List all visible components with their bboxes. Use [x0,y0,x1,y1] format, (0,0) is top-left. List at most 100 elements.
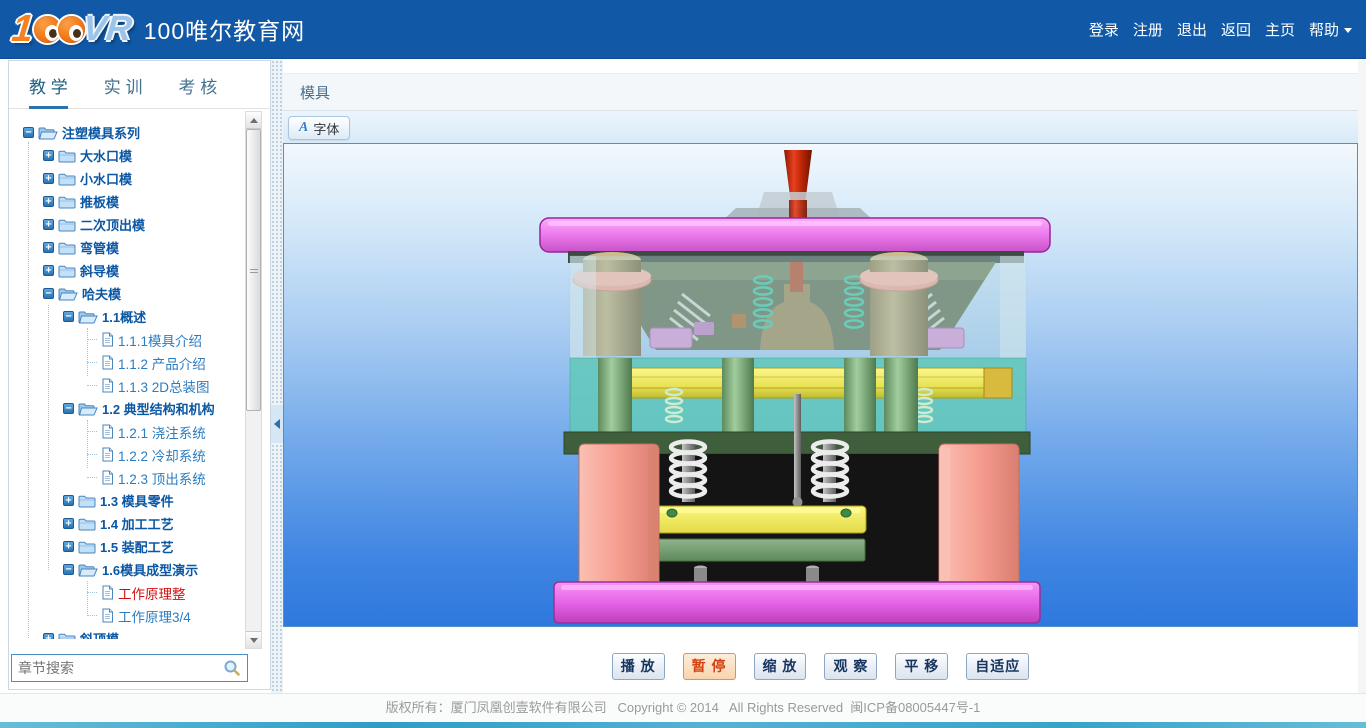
nav-register[interactable]: 注册 [1133,19,1163,40]
tree-connector [87,385,97,386]
expand-icon[interactable]: + [43,242,54,253]
expand-icon[interactable]: + [63,518,74,529]
tree-row[interactable]: 1.2.2 冷却系统 [9,443,246,466]
logo-vr: VR [81,9,134,49]
tree-label: 1.2.2 冷却系统 [118,445,206,465]
expand-icon[interactable]: + [43,265,54,276]
tab-assessment[interactable]: 考 核 [178,73,217,106]
expand-icon[interactable]: + [63,541,74,552]
tree-label: 1.1.2 产品介绍 [118,353,206,373]
document-icon [101,447,114,462]
tab-mold[interactable]: 模具 [297,82,333,114]
tree-row[interactable]: +1.5 装配工艺 [9,535,246,558]
expand-icon[interactable]: + [43,633,54,639]
play-button[interactable]: 播 放 [612,653,665,680]
header-nav: 登录注册退出返回主页帮助 [1089,19,1352,40]
document-icon [101,608,114,623]
search-input[interactable] [12,660,223,676]
tree-row[interactable]: + 小水口模 [9,167,246,190]
tab-training[interactable]: 实 训 [104,73,143,106]
expand-icon[interactable]: + [63,495,74,506]
nav-logout[interactable]: 退出 [1177,19,1207,40]
tree-row[interactable]: +弯管模 [9,236,246,259]
nav-login[interactable]: 登录 [1089,19,1119,40]
page: 1 VR 100唯尔教育网 登录注册退出返回主页帮助 教 学实 训考 核 −注塑… [0,0,1366,728]
tree-row[interactable]: − 注塑模具系列 [9,121,246,144]
tree-row[interactable]: +1.3 模具零件 [9,489,246,512]
tree-row[interactable]: +二次顶出模 [9,213,246,236]
tree-row[interactable]: −哈夫模 [9,282,246,305]
scroll-up-button[interactable] [246,112,261,129]
expand-icon[interactable]: + [43,219,54,230]
observe-button[interactable]: 观 察 [824,653,877,680]
document-icon [101,470,114,485]
tree-row[interactable]: +大水口模 [9,144,246,167]
tree-label: 1.4 加工工艺 [100,514,174,533]
copyright-text: 版权所有：厦门凤凰创壹软件有限公司 Copyright © 2014 All R… [0,694,1366,721]
tree-row[interactable]: +推板模 [9,190,246,213]
collapse-icon[interactable]: − [63,564,74,575]
panel-splitter[interactable] [271,60,283,693]
nav-help[interactable]: 帮助 [1309,19,1352,40]
viewer-3d[interactable] [283,143,1358,627]
expand-icon[interactable]: + [43,150,54,161]
pause-button[interactable]: 暂 停 [683,653,736,680]
tree-label: 1.5 装配工艺 [100,537,174,556]
tree-row[interactable]: 1.2.3 顶出系统 [9,466,246,489]
tree-connector [87,477,97,478]
tree-row[interactable]: 工作原理整 [9,581,246,604]
tree-scrollbar[interactable] [245,111,262,649]
collapse-icon[interactable]: − [23,127,34,138]
folder-icon [58,195,76,209]
tree-row[interactable]: −1.6模具成型演示 [9,558,246,581]
chevron-left-icon [274,419,280,429]
document-icon [101,424,114,439]
pan-button[interactable]: 平 移 [895,653,948,680]
tree-connector [87,615,97,616]
document-icon [101,332,114,347]
tree-label: 注塑模具系列 [62,123,140,142]
tree: −注塑模具系列+大水口模+小水口模+推板模+二次顶出模+弯管模+斜导模−哈夫模−… [9,111,246,639]
font-button[interactable]: A 字体 [288,116,350,140]
logo: 1 VR [12,3,132,55]
viewer-toolbar: A 字体 [283,111,1358,143]
tab-teaching[interactable]: 教 学 [29,73,68,109]
collapse-icon[interactable]: − [63,311,74,322]
nav-home[interactable]: 主页 [1265,19,1295,40]
tree-row[interactable]: 工作原理3/4 [9,604,246,627]
tree-row[interactable]: −1.2 典型结构和机构 [9,397,246,420]
tree-row[interactable]: 1.1.2 产品介绍 [9,351,246,374]
scroll-down-button[interactable] [246,631,261,648]
tree-label: 工作原理整 [118,583,186,603]
folder-open-icon [78,402,98,416]
tree-row[interactable]: −1.1概述 [9,305,246,328]
collapse-sidebar-button[interactable] [271,405,283,443]
folder-open-icon [58,287,78,301]
tree-row[interactable]: 1.1.3 2D总装图 [9,374,246,397]
main-content: 模具 A 字体 [283,60,1358,693]
search-icon[interactable] [223,659,241,677]
zoom-button[interactable]: 缩 放 [754,653,807,680]
folder-icon [78,540,96,554]
collapse-icon[interactable]: − [63,403,74,414]
tree-label: 1.1.1模具介绍 [118,330,202,350]
folder-icon [78,517,96,531]
collapse-icon[interactable]: − [43,288,54,299]
scrollbar-thumb[interactable] [246,129,261,411]
expand-icon[interactable]: + [43,196,54,207]
tree-row[interactable]: 1.1.1模具介绍 [9,328,246,351]
tree-row[interactable]: +斜顶模 [9,627,246,639]
tree-row[interactable]: 1.2.1 浇注系统 [9,420,246,443]
fit-button[interactable]: 自适应 [966,653,1029,680]
tree-label: 小水口模 [80,169,132,188]
page-right-gutter [1358,60,1366,693]
content-tabbar: 模具 [283,73,1358,111]
sidebar-tabs: 教 学实 训考 核 [9,61,270,109]
tree-label: 1.2.3 顶出系统 [118,468,206,488]
logo-one: 1 [10,8,36,51]
tree-row[interactable]: + 斜导模 [9,259,246,282]
expand-icon[interactable]: + [43,173,54,184]
nav-back[interactable]: 返回 [1221,19,1251,40]
tree-row[interactable]: +1.4 加工工艺 [9,512,246,535]
tree-label: 斜导模 [80,261,119,280]
